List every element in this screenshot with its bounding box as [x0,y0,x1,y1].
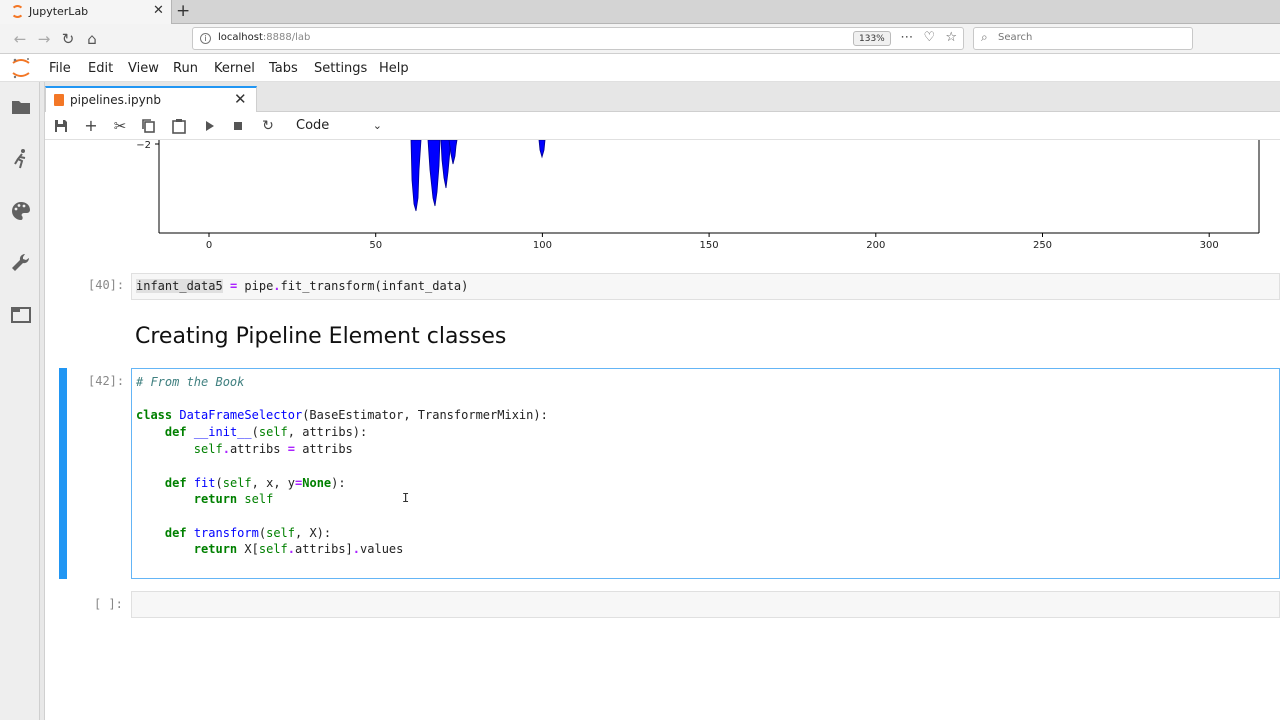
cell-42-editor[interactable]: # From the Book class DataFrameSelector(… [131,368,1280,579]
plot-x-tick-label: 150 [700,240,719,251]
notebook-tab-bar: pipelines.ipynb ✕ [45,82,1280,113]
plot-bar-3 [440,140,452,189]
active-cell-indicator [59,368,67,579]
menu-help[interactable]: Help [379,61,409,76]
palette-icon[interactable] [10,200,32,222]
wrench-icon[interactable] [10,252,32,274]
code-line: # From the Book [136,375,245,389]
plot-x-tick-label: 200 [866,240,885,251]
plot-x-tick-label: 300 [1200,240,1219,251]
stop-icon[interactable] [228,116,248,136]
tabs-icon[interactable] [10,304,32,326]
url-text[interactable]: localhost:8888/lab [218,32,310,43]
page-actions-menu-icon[interactable]: ⋯ [900,30,913,45]
save-icon[interactable] [51,116,71,136]
run-icon[interactable] [199,116,219,136]
menu-edit[interactable]: Edit [88,61,113,76]
plot-y-tick-label: −2 [136,140,151,151]
running-icon[interactable] [10,148,32,170]
url-host: localhost [218,32,263,43]
folder-icon[interactable] [10,96,32,118]
notebook-tab[interactable]: pipelines.ipynb ✕ [45,86,257,113]
browser-tab-strip: JupyterLab ✕ + [0,0,1280,24]
notebook-panel[interactable]: −2 0 50 100 150 200 250 300 [40]: infant_data5… [45,140,1280,720]
code-line: def __init__(self, attribs): [164,425,368,439]
menu-kernel[interactable]: Kernel [214,61,255,76]
search-input[interactable] [996,31,1186,44]
jupyter-logo-icon [12,58,30,79]
code-line: class DataFrameSelector(BaseEstimator, T… [136,408,548,422]
reload-icon[interactable]: ↻ [58,29,78,49]
close-notebook-icon[interactable]: ✕ [234,90,247,108]
browser-nav-bar: ← → ↻ ⌂ i localhost:8888/lab 133% ⋯ ♡ ☆ … [0,24,1280,54]
url-path: :8888/lab [262,32,311,43]
jupyter-menu-bar: File Edit View Run Kernel Tabs Settings … [0,54,1280,82]
plot-output: −2 0 50 100 150 200 250 300 [136,140,1260,251]
empty-cell-editor[interactable] [131,591,1280,618]
search-bar[interactable]: ⌕ [973,27,1193,50]
cell-40-editor[interactable]: infant_data5 = pipe.fit_transform(infant… [131,273,1280,300]
code-line: return self [193,492,274,506]
cell-42-prompt: [42]: [88,374,125,388]
restart-kernel-icon[interactable]: ↻ [258,116,278,136]
chevron-down-icon: ⌄ [372,119,382,132]
pocket-icon[interactable]: ♡ [924,30,936,45]
bookmark-star-icon[interactable]: ☆ [945,30,957,45]
plot-bar-1 [410,140,422,212]
notebook-toolbar: + ✂ ↻ Code ⌄ [45,112,1280,140]
code-line: def transform(self, X): [164,526,332,540]
code-line: self.attribs = attribs [193,442,353,456]
search-icon: ⌕ [981,30,988,44]
code-line: return X[self.attribs].values [193,542,404,556]
browser-tab[interactable]: JupyterLab ✕ [0,0,172,24]
cell-40-prompt: [40]: [88,278,125,292]
plot-bars [410,140,546,212]
plot-bar-2 [427,140,441,207]
new-tab-button[interactable]: + [176,1,190,21]
menu-run[interactable]: Run [173,61,198,76]
home-icon[interactable]: ⌂ [82,29,102,49]
jupyter-favicon-icon [11,5,24,18]
cell-type-value: Code [296,118,330,133]
cell-type-dropdown[interactable]: Code ⌄ [296,116,382,136]
paste-icon[interactable] [169,116,189,136]
notebook-icon [54,94,64,106]
menu-settings[interactable]: Settings [314,61,367,76]
plot-x-tick-label: 100 [533,240,552,251]
plot-bar-5 [538,140,546,159]
plot-x-tick-label: 250 [1033,240,1052,251]
close-tab-icon[interactable]: ✕ [153,3,164,18]
text-cursor-icon: I [402,491,410,505]
plot-x-tick-label: 50 [369,240,382,251]
notebook-tab-title: pipelines.ipynb [70,93,161,107]
menu-file[interactable]: File [49,61,71,76]
cut-icon[interactable]: ✂ [110,116,130,136]
plot-x-tick-label: 0 [206,240,212,251]
site-info-icon[interactable]: i [200,33,211,44]
url-bar[interactable]: i localhost:8888/lab 133% ⋯ ♡ ☆ [192,27,964,50]
page-actions: ⋯ ♡ ☆ [900,30,957,45]
empty-cell-prompt: [ ]: [94,597,123,611]
menu-tabs[interactable]: Tabs [269,61,298,76]
zoom-level-badge[interactable]: 133% [853,31,891,46]
back-arrow-icon[interactable]: ← [10,29,30,49]
browser-tab-title: JupyterLab [29,5,89,18]
menu-view[interactable]: View [128,61,159,76]
markdown-heading[interactable]: Creating Pipeline Element classes [135,324,506,349]
insert-cell-icon[interactable]: + [81,116,101,136]
copy-icon[interactable] [139,116,159,136]
forward-arrow-icon[interactable]: → [34,29,54,49]
plot-x-ticks: 0 50 100 150 200 250 300 [206,233,1219,251]
code-line: infant_data5 = pipe.fit_transform(infant… [136,279,469,293]
code-line: def fit(self, x, y=None): [164,476,346,490]
left-sidebar [0,82,40,720]
